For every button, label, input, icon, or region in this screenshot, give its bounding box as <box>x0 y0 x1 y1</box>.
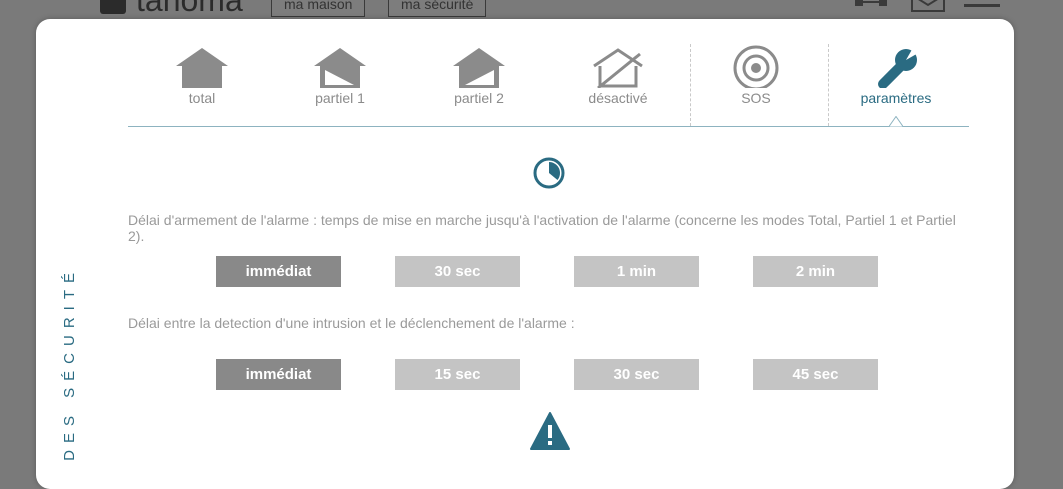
tab-total-label: total <box>188 90 216 106</box>
house-full-icon <box>176 48 228 88</box>
tab-partiel-1[interactable]: partiel 1 <box>275 44 405 106</box>
warning-icon <box>530 412 570 450</box>
trigger-delay-option-45sec[interactable]: 45 sec <box>753 359 878 390</box>
sos-target-icon <box>733 45 779 88</box>
tab-desactive-label: désactivé <box>588 90 648 106</box>
side-title: DES SÉCURITÉ <box>57 228 83 461</box>
house-partial-1-icon <box>314 48 366 88</box>
tab-partiel-2[interactable]: partiel 2 <box>414 44 544 106</box>
side-title-text: DES SÉCURITÉ <box>61 266 78 461</box>
tab-partiel-1-label: partiel 1 <box>315 90 365 106</box>
trigger-delay-description: Délai entre la detection d'une intrusion… <box>128 315 575 331</box>
timer-icon <box>533 157 565 189</box>
active-tab-pointer <box>889 116 903 127</box>
arming-delay-option-immediat[interactable]: immédiat <box>216 256 341 287</box>
trigger-delay-option-immediat[interactable]: immédiat <box>216 359 341 390</box>
tab-divider <box>828 44 829 126</box>
logo-mark-icon <box>100 0 126 14</box>
arming-delay-description: Délai d'armement de l'alarme : temps de … <box>128 212 956 244</box>
tab-parametres-label: paramètres <box>860 90 932 106</box>
arming-delay-option-2min[interactable]: 2 min <box>753 256 878 287</box>
menu-icon[interactable] <box>964 0 1000 10</box>
house-partial-2-icon <box>453 48 505 88</box>
arming-delay-option-1min[interactable]: 1 min <box>574 256 699 287</box>
logo-text: tahoma <box>136 0 243 18</box>
trigger-delay-option-15sec[interactable]: 15 sec <box>395 359 520 390</box>
mail-icon[interactable] <box>910 0 946 14</box>
tab-parametres[interactable]: paramètres <box>831 44 961 106</box>
tabs-underline <box>128 126 969 127</box>
arming-delay-option-30sec[interactable]: 30 sec <box>395 256 520 287</box>
trigger-delay-option-30sec[interactable]: 30 sec <box>574 359 699 390</box>
network-icon[interactable] <box>853 0 889 12</box>
tab-sos[interactable]: SOS <box>691 44 821 106</box>
app-logo: tahoma <box>100 0 243 19</box>
nav-tab-ma-securite[interactable]: ma sécurité <box>388 0 487 17</box>
tab-sos-label: SOS <box>741 90 771 106</box>
wrench-icon <box>878 46 920 88</box>
nav-tab-ma-maison[interactable]: ma maison <box>271 0 366 17</box>
tab-partiel-2-label: partiel 2 <box>454 90 504 106</box>
tab-desactive[interactable]: désactivé <box>553 44 683 106</box>
house-off-icon <box>593 48 643 88</box>
tab-total[interactable]: total <box>137 44 267 106</box>
